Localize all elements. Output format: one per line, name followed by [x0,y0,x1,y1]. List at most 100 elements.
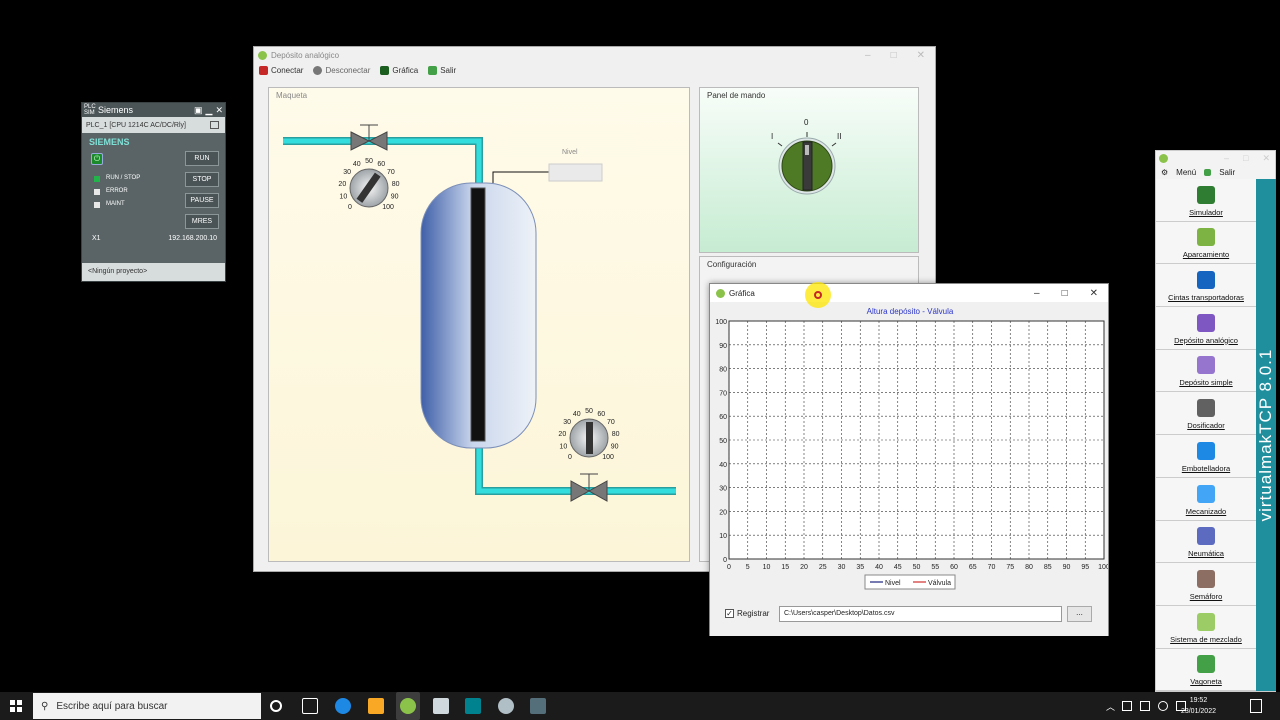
x-tick-label: 70 [988,564,996,571]
exit-icon [1204,168,1212,176]
cpu-settings-icon[interactable] [210,121,219,129]
x-tick-label: 75 [1006,564,1014,571]
tia-portal-icon[interactable] [465,698,481,714]
csv-path-field[interactable]: C:\Users\casper\Desktop\Datos.csv [779,606,1062,622]
launcher-item-icon [1197,399,1215,418]
close-icon[interactable]: ✕ [1090,288,1098,299]
menu-desconectar[interactable]: Desconectar [313,65,370,75]
clock-time: 19:52 [1189,697,1208,704]
cpu-label: PLC_1 [CPU 1214C AC/DC/Rly] [82,117,225,133]
launcher-item[interactable]: Depósito simple [1156,349,1256,393]
volume-icon[interactable] [1158,701,1168,711]
pause-button[interactable]: PAUSE [185,193,219,208]
run-button[interactable]: RUN [185,151,219,166]
plcsim-titlebar[interactable]: PLC SIM Siemens ▣ ▁ ✕ [82,103,225,117]
launcher-item[interactable]: Embotelladora [1156,435,1256,478]
minimize-icon[interactable]: – [1034,288,1040,299]
power-icon[interactable]: ⏻ [91,153,103,165]
stop-button[interactable]: STOP [185,172,219,187]
menu-grafica[interactable]: Gráfica [380,65,419,75]
outlet-dial[interactable] [569,418,609,458]
maint-led [94,202,100,208]
menu-grafica-label: Gráfica [392,65,419,75]
launcher-item[interactable]: Aparcamiento [1156,221,1256,265]
checkbox-checked[interactable]: ✓ [725,609,734,618]
edge-icon[interactable] [335,698,351,714]
launcher-item-icon [1197,271,1215,290]
menu-conectar[interactable]: Conectar [259,65,303,75]
browse-button[interactable]: ... [1067,606,1092,622]
cortana-icon[interactable] [270,700,282,712]
x-tick-label: 30 [838,564,846,571]
inlet-valve[interactable] [350,124,388,151]
minimize-icon[interactable]: ▁ [206,105,213,116]
launcher-item[interactable]: Semáforo [1156,563,1256,606]
launcher-item-icon [1197,569,1215,588]
battery-icon[interactable] [1140,701,1150,711]
restore-icon[interactable]: ▣ [194,105,203,116]
windows-start-icon[interactable] [10,700,22,712]
launcher-item[interactable]: Neumática [1156,520,1256,564]
task-view-icon[interactable] [302,698,318,714]
close-icon[interactable]: ✕ [917,50,925,61]
dial-tick-label: 90 [611,443,619,450]
x-tick-label: 55 [931,564,939,571]
menu-salir[interactable]: Salir [1219,168,1235,177]
menu-salir[interactable]: Salir [428,65,457,75]
dial-tick-label: 60 [377,161,385,168]
notification-icon[interactable] [1250,699,1262,713]
launcher-menubar: ⚙ Menú Salir [1156,165,1275,179]
x-tick-label: 90 [1063,564,1071,571]
network-icon[interactable] [1122,701,1132,711]
inlet-dial[interactable] [349,168,389,208]
config-label: Configuración [707,260,757,269]
close-icon[interactable]: ✕ [215,105,223,116]
outlet-valve[interactable] [570,473,608,502]
menu-menu[interactable]: Menú [1176,168,1196,177]
brand-text: virtualmakTCP 8.0.1 [1256,348,1275,522]
plcsim-icon[interactable] [530,698,546,714]
selector-switch[interactable] [700,88,920,254]
taskbar-search[interactable]: ⚲ Escribe aquí para buscar [33,693,261,719]
grafica-title: Gráfica [729,288,755,298]
legend-label: Nivel [885,580,901,587]
plcsim-title: Siemens [98,105,134,115]
x-tick-label: 20 [800,564,808,571]
plc-tool-icon[interactable] [433,698,449,714]
legend-label: Válvula [928,580,951,587]
minimize-icon[interactable]: – [1224,153,1229,164]
steam-icon[interactable] [498,698,514,714]
maximize-icon[interactable]: □ [1243,153,1248,164]
menu-salir-label: Salir [440,65,457,75]
grafica-window: Gráfica – □ ✕ Altura depósito - Válvula … [709,283,1109,636]
maximize-icon[interactable]: □ [891,50,897,61]
taskbar: ⚲ Escribe aquí para buscar ︿ 19:52 23/01… [0,692,1280,720]
launcher-items: Simulador Aparcamiento Cintas transportado… [1156,179,1256,692]
launcher-item[interactable]: Vagoneta [1156,648,1256,692]
maximize-icon[interactable]: □ [1062,288,1068,299]
launcher-item[interactable]: Simulador [1156,179,1256,222]
y-tick-label: 90 [719,343,727,350]
launcher-item[interactable]: Mecanizado [1156,477,1256,521]
panel-de-mando: Panel de mando I 0 II [699,87,919,253]
x-tick-label: 85 [1044,564,1052,571]
launcher-item[interactable]: Dosificador [1156,392,1256,436]
grafica-titlebar[interactable]: Gráfica – □ ✕ [710,284,1108,302]
minimize-icon[interactable]: – [865,50,871,61]
dial-tick-label: 80 [612,431,620,438]
launcher-titlebar[interactable]: – □ ✕ [1156,151,1275,165]
dial-tick-label: 70 [607,419,615,426]
launcher-item[interactable]: Cintas transportadoras [1156,264,1256,308]
mres-button[interactable]: MRES [185,214,219,229]
chevron-up-icon[interactable]: ︿ [1106,700,1115,713]
file-explorer-icon[interactable] [368,698,384,714]
close-icon[interactable]: ✕ [1262,153,1270,164]
dial-tick-label: 100 [602,454,614,461]
deposito-titlebar[interactable]: Depósito analógico – □ ✕ [254,47,935,63]
clock[interactable]: 19:52 23/01/2022 [1181,695,1216,717]
led-label-maint: MAINT [106,201,125,207]
launcher-item[interactable]: Sistema de mezclado [1156,605,1256,649]
dial-tick-label: 10 [559,443,567,450]
launcher-item[interactable]: Depósito analógico [1156,307,1256,350]
registrar-checkbox[interactable]: ✓ Registrar [725,609,769,618]
